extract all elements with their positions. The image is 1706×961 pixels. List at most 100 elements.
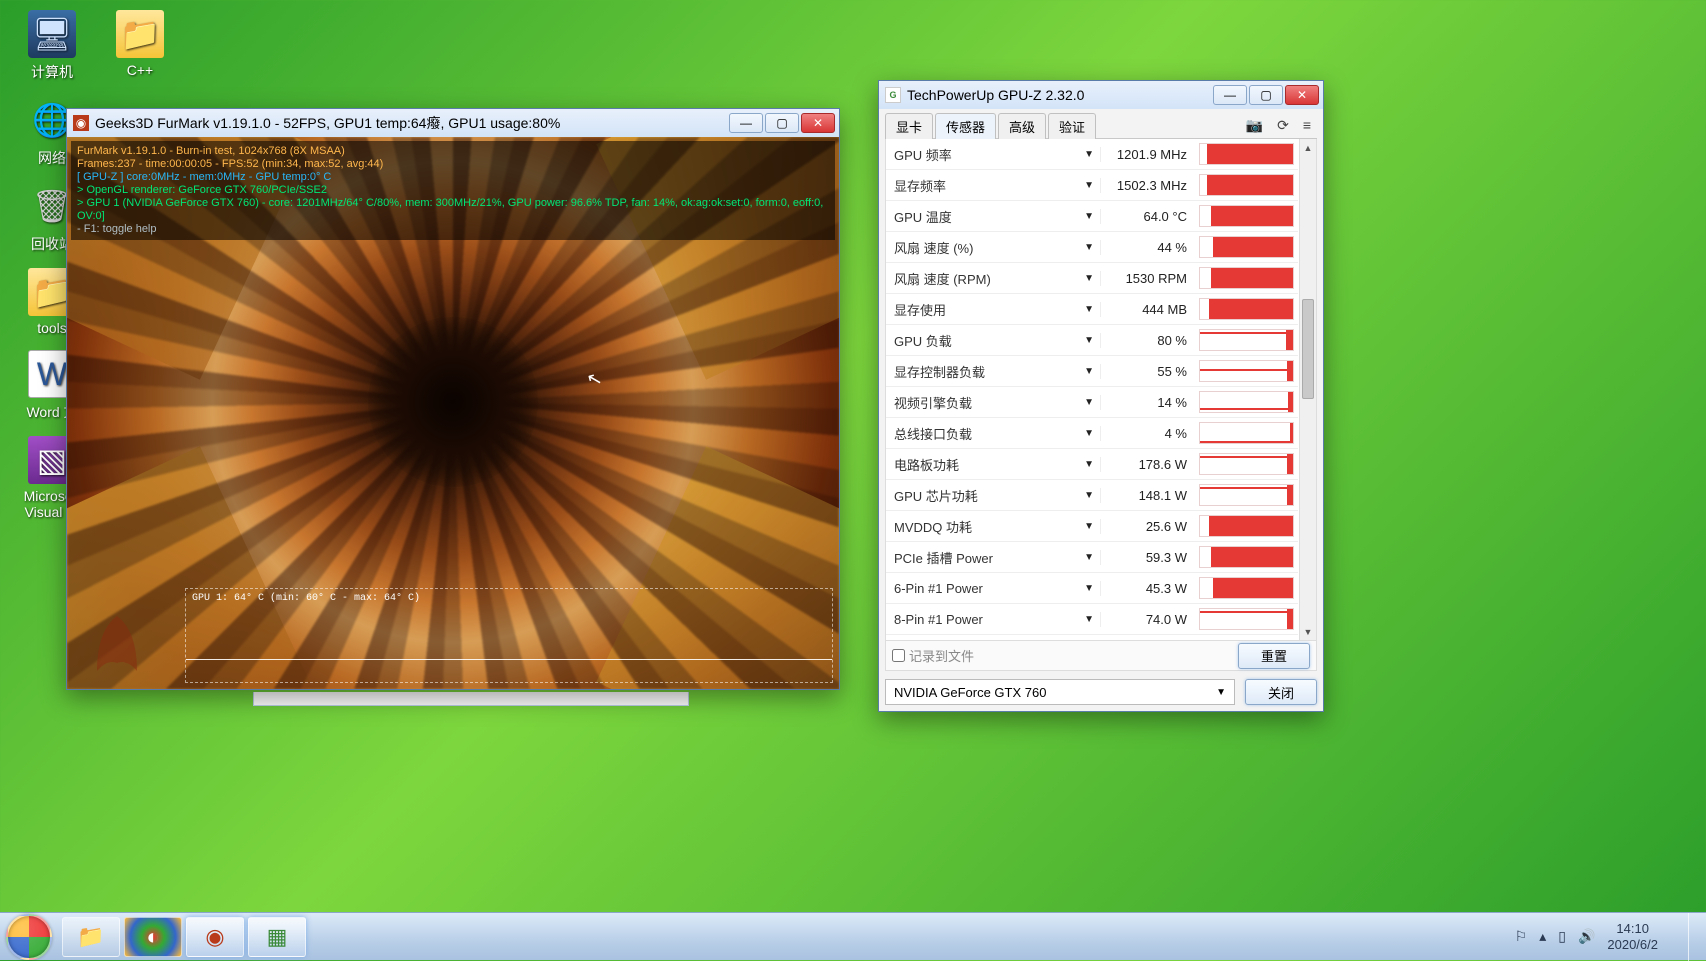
refresh-icon[interactable]: ⟳ [1277,117,1289,134]
sensor-name[interactable]: 风扇 速度 (RPM)▼ [886,269,1100,288]
tray-flag-icon[interactable]: ⚐ [1515,928,1528,945]
reset-button[interactable]: 重置 [1238,643,1310,669]
scroll-down-icon[interactable]: ▼ [1300,623,1316,640]
chevron-down-icon[interactable]: ▼ [1084,335,1094,346]
taskbar-clock[interactable]: 14:10 2020/6/2 [1607,921,1658,953]
sensor-name[interactable]: 电路板功耗▼ [886,455,1100,474]
gpuz-window: G TechPowerUp GPU-Z 2.32.0 — ▢ ✕ 显卡 传感器 … [878,80,1324,712]
tab-advanced[interactable]: 高级 [998,113,1046,139]
sensor-name[interactable]: 风扇 速度 (%)▼ [886,238,1100,257]
sensor-name[interactable]: GPU 芯片功耗▼ [886,486,1100,505]
furmark-titlebar[interactable]: ◉ Geeks3D FurMark v1.19.1.0 - 52FPS, GPU… [67,109,839,137]
sensor-value: 1530 RPM [1100,271,1195,286]
maximize-button[interactable]: ▢ [1249,85,1283,105]
sensor-value: 25.6 W [1100,519,1195,534]
sensor-name[interactable]: GPU 温度▼ [886,207,1100,226]
system-tray: ⚐ ▴ ▯ 🔊 14:10 2020/6/2 [1515,913,1700,961]
chevron-down-icon[interactable]: ▼ [1084,211,1094,222]
gpuz-tabs: 显卡 传感器 高级 验证 📷 ⟳ ≡ [885,113,1317,139]
taskbar-item-explorer[interactable]: 📁 [62,917,120,957]
taskbar-item-gpuz[interactable]: ▦ [248,917,306,957]
menu-icon[interactable]: ≡ [1303,117,1311,134]
sensor-row: PCIe 插槽 Power▼59.3 W [886,542,1298,573]
tab-graphics-card[interactable]: 显卡 [885,113,933,139]
sensor-name[interactable]: MVDDQ 功耗▼ [886,517,1100,536]
chevron-down-icon[interactable]: ▼ [1084,273,1094,284]
sensor-value: 45.3 W [1100,581,1195,596]
sensor-mini-chart [1199,236,1294,258]
furmark-title: Geeks3D FurMark v1.19.1.0 - 52FPS, GPU1 … [95,113,729,133]
sensor-name[interactable]: 显存使用▼ [886,300,1100,319]
close-button[interactable]: ✕ [1285,85,1319,105]
sensor-name[interactable]: 6-Pin #1 Power▼ [886,581,1100,596]
scroll-thumb[interactable] [1302,299,1314,399]
close-app-button[interactable]: 关闭 [1245,679,1317,705]
sensor-mini-chart [1199,360,1294,382]
chevron-down-icon[interactable]: ▼ [1084,242,1094,253]
sensor-name[interactable]: GPU 频率▼ [886,145,1100,164]
sensor-value: 80 % [1100,333,1195,348]
sensor-mini-chart [1199,484,1294,506]
scrollbar[interactable]: ▲ ▼ [1299,139,1316,640]
chevron-down-icon[interactable]: ▼ [1084,428,1094,439]
furmark-viewport[interactable]: FurMark v1.19.1.0 - Burn-in test, 1024x7… [67,137,839,689]
sensor-row: GPU 芯片功耗▼148.1 W [886,480,1298,511]
chevron-down-icon[interactable]: ▼ [1084,583,1094,594]
chevron-down-icon[interactable]: ▼ [1084,149,1094,160]
sensor-value: 14 % [1100,395,1195,410]
tray-battery-icon[interactable]: ▯ [1558,928,1566,945]
gpu-select-dropdown[interactable]: NVIDIA GeForce GTX 760 ▼ [885,679,1235,705]
sensor-name[interactable]: 视频引擎负载▼ [886,393,1100,412]
gpuz-title: TechPowerUp GPU-Z 2.32.0 [907,87,1213,103]
close-button[interactable]: ✕ [801,113,835,133]
sensor-value: 178.6 W [1100,457,1195,472]
sensor-name[interactable]: PCIe 插槽 Power▼ [886,548,1100,567]
background-window-edge [253,692,689,706]
chevron-down-icon[interactable]: ▼ [1084,304,1094,315]
tray-volume-icon[interactable]: 🔊 [1578,928,1595,945]
sensor-mini-chart [1199,422,1294,444]
taskbar-item-furmark[interactable]: ◉ [186,917,244,957]
gpuz-titlebar[interactable]: G TechPowerUp GPU-Z 2.32.0 — ▢ ✕ [879,81,1323,109]
maximize-button[interactable]: ▢ [765,113,799,133]
tab-sensors[interactable]: 传感器 [935,113,996,140]
folder-icon: 📁 [116,10,164,58]
desktop-icon-cpp[interactable]: 📁C++ [100,10,180,78]
minimize-button[interactable]: — [729,113,763,133]
taskbar-item-browser[interactable]: ◐ [124,917,182,957]
chevron-down-icon[interactable]: ▼ [1084,459,1094,470]
minimize-button[interactable]: — [1213,85,1247,105]
sensor-mini-chart [1199,546,1294,568]
chevron-down-icon[interactable]: ▼ [1084,552,1094,563]
chevron-down-icon[interactable]: ▼ [1084,521,1094,532]
tray-expand-icon[interactable]: ▴ [1539,928,1546,945]
scroll-up-icon[interactable]: ▲ [1300,139,1316,156]
sensor-name[interactable]: 显存控制器负载▼ [886,362,1100,381]
sensor-row: GPU 频率▼1201.9 MHz [886,139,1298,170]
sensor-name[interactable]: GPU 负载▼ [886,331,1100,350]
clock-time: 14:10 [1607,921,1658,937]
sensor-value: 64.0 °C [1100,209,1195,224]
chevron-down-icon[interactable]: ▼ [1084,614,1094,625]
screenshot-icon[interactable]: 📷 [1246,117,1263,134]
sensor-name[interactable]: 8-Pin #1 Power▼ [886,612,1100,627]
sensor-value: 44 % [1100,240,1195,255]
chevron-down-icon[interactable]: ▼ [1084,397,1094,408]
start-button[interactable] [6,914,52,960]
chevron-down-icon[interactable]: ▼ [1084,366,1094,377]
chevron-down-icon[interactable]: ▼ [1084,180,1094,191]
chevron-down-icon[interactable]: ▼ [1084,490,1094,501]
furmark-stats-overlay: FurMark v1.19.1.0 - Burn-in test, 1024x7… [71,141,835,240]
desktop-icons-col2: 📁C++ [100,10,180,92]
log-to-file-checkbox[interactable] [892,649,905,662]
sensor-list: GPU 频率▼1201.9 MHz显存频率▼1502.3 MHzGPU 温度▼6… [885,139,1317,641]
tab-validation[interactable]: 验证 [1048,113,1096,139]
sensor-name[interactable]: 显存频率▼ [886,176,1100,195]
sensor-row: GPU 温度▼64.0 °C [886,201,1298,232]
show-desktop-button[interactable] [1688,913,1700,961]
sensor-mini-chart [1199,143,1294,165]
sensor-name[interactable]: 总线接口负载▼ [886,424,1100,443]
sensor-value: 1502.3 MHz [1100,178,1195,193]
furmark-temp-graph: GPU 1: 64° C (min: 60° C - max: 64° C) [185,588,833,683]
desktop-icon-computer[interactable]: 🖥计算机 [12,10,92,82]
